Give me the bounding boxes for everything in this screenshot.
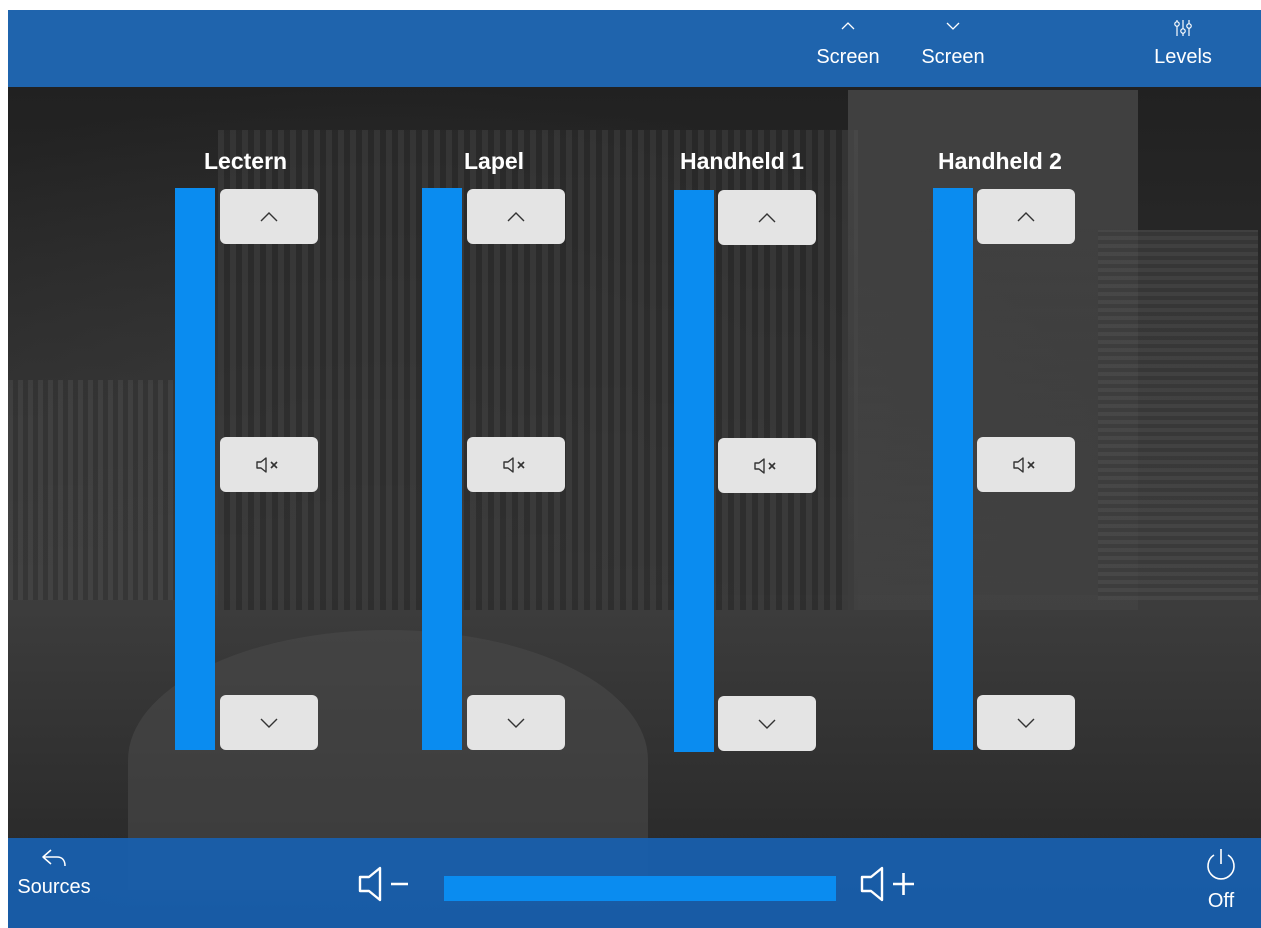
chevron-up-icon — [758, 212, 776, 222]
channel-mute-button[interactable] — [220, 437, 318, 492]
top-bar: Screen Screen Levels — [8, 10, 1261, 87]
chevron-up-icon — [260, 211, 278, 221]
chevron-down-icon — [1017, 718, 1035, 728]
screen-up-label: Screen — [816, 46, 880, 68]
chevron-down-icon — [260, 718, 278, 728]
channel-title: Handheld 1 — [680, 148, 804, 174]
channel-mute-button[interactable] — [977, 437, 1075, 492]
speaker-mute-icon — [503, 456, 525, 473]
screen-down-label: Screen — [921, 46, 985, 68]
speaker-mute-icon — [1013, 456, 1035, 473]
levels-button[interactable]: Levels — [1138, 10, 1228, 87]
channel-level-meter[interactable] — [933, 188, 973, 750]
power-off-button[interactable]: Off — [1186, 846, 1256, 913]
channel-volume-up-button[interactable] — [977, 189, 1075, 244]
chevron-up-icon — [1017, 211, 1035, 221]
channel-title: Handheld 2 — [938, 148, 1062, 174]
channel-volume-down-button[interactable] — [977, 695, 1075, 750]
levels-screen: Screen Screen Levels Lectern Lapel Handh… — [8, 10, 1261, 928]
sources-label: Sources — [17, 876, 91, 898]
channel-mute-button[interactable] — [718, 438, 816, 493]
chevron-down-icon — [913, 10, 993, 40]
chevron-down-icon — [758, 719, 776, 729]
bottom-bar: Sources Off — [8, 838, 1261, 928]
sources-button[interactable]: Sources — [8, 846, 100, 899]
channel-level-meter[interactable] — [175, 188, 215, 750]
channel-volume-down-button[interactable] — [467, 695, 565, 750]
channel-title: Lectern — [204, 148, 288, 174]
channel-volume-up-button[interactable] — [718, 190, 816, 245]
speaker-mute-icon — [256, 456, 278, 473]
levels-label: Levels — [1154, 46, 1212, 68]
channel-volume-up-button[interactable] — [467, 189, 565, 244]
master-volume-up-button[interactable] — [858, 862, 930, 911]
off-label: Off — [1207, 890, 1235, 912]
chevron-up-icon — [808, 10, 888, 40]
chevron-up-icon — [507, 211, 525, 221]
master-volume-down-button[interactable] — [356, 862, 428, 911]
background-building-wing — [1098, 230, 1258, 600]
screen-up-button[interactable]: Screen — [808, 10, 888, 87]
channel-volume-down-button[interactable] — [718, 696, 816, 751]
speaker-plus-icon — [860, 866, 914, 902]
speaker-mute-icon — [754, 457, 776, 474]
channel-mute-button[interactable] — [467, 437, 565, 492]
channel-level-meter[interactable] — [422, 188, 462, 750]
channel-level-meter[interactable] — [674, 190, 714, 752]
channel-title: Lapel — [464, 148, 525, 174]
channel-volume-down-button[interactable] — [220, 695, 318, 750]
speaker-minus-icon — [358, 866, 408, 902]
levels-sliders-icon — [1138, 10, 1228, 40]
channel-volume-up-button[interactable] — [220, 189, 318, 244]
chevron-down-icon — [507, 718, 525, 728]
power-icon — [1207, 849, 1235, 880]
screen-down-button[interactable]: Screen — [913, 10, 993, 87]
master-volume-bar[interactable] — [444, 876, 836, 901]
back-arrow-icon — [42, 849, 66, 867]
